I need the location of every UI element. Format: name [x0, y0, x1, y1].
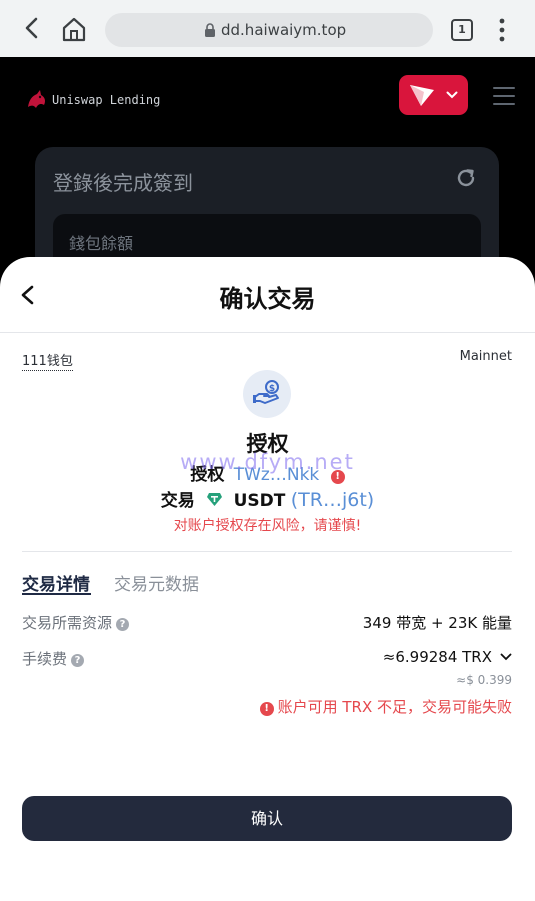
- sheet-title: 确认交易: [219, 285, 316, 313]
- risk-alert-icon: !: [330, 470, 345, 484]
- chevron-down-icon: [500, 653, 512, 661]
- resources-label-row: 交易所需资源?: [22, 612, 130, 633]
- home-icon[interactable]: [60, 14, 88, 44]
- trade-row: 交易 USDT (TR…j6t): [0, 486, 535, 511]
- fee-warning-row: ! 账户可用 TRX 不足，交易可能失败: [259, 696, 512, 717]
- back-arrow-icon[interactable]: [18, 14, 46, 42]
- authorize-label: 授权: [190, 465, 225, 485]
- fee-value: ≈6.99284 TRX: [382, 648, 492, 666]
- warning-icon: !: [259, 702, 274, 716]
- action-title: 授权: [246, 432, 289, 456]
- unicorn-logo-icon: [28, 90, 45, 108]
- fee-value-dropdown[interactable]: ≈6.99284 TRX: [383, 648, 512, 666]
- svg-text:$: $: [269, 384, 275, 394]
- resources-value: 349 带宽 + 23K 能量: [362, 614, 512, 632]
- tab-transaction-details[interactable]: 交易详情: [22, 570, 90, 595]
- trade-label: 交易: [160, 491, 195, 511]
- wallet-name[interactable]: 111钱包: [22, 350, 73, 371]
- section-divider: [22, 551, 512, 552]
- active-tab-indicator: [22, 593, 91, 595]
- tab-transaction-metadata[interactable]: 交易元数据: [114, 570, 199, 595]
- menu-icon[interactable]: [493, 87, 515, 105]
- authorize-address[interactable]: TWz…Nkk: [234, 465, 320, 485]
- approve-action-icon: $: [243, 370, 291, 418]
- confirm-button[interactable]: 确认: [22, 796, 512, 841]
- address-bar[interactable]: dd.haiwaiym.top: [105, 13, 433, 47]
- tab-switcher-button[interactable]: 1: [451, 19, 473, 41]
- resources-label: 交易所需资源: [22, 614, 113, 632]
- fee-label: 手续费: [22, 650, 68, 668]
- network-label: Mainnet: [459, 349, 512, 364]
- chevron-down-icon: [446, 91, 458, 99]
- help-icon[interactable]: ?: [71, 654, 85, 667]
- authorize-row: 授权 TWz…Nkk !: [0, 460, 535, 485]
- fee-label-row: 手续费?: [22, 648, 85, 669]
- help-icon[interactable]: ?: [116, 618, 130, 631]
- risk-warning: 对账户授权存在风险，请谨慎!: [173, 518, 362, 534]
- browser-toolbar: dd.haiwaiym.top 1: [0, 0, 535, 57]
- tether-icon: [207, 493, 223, 506]
- app-header: Uniswap Lending: [0, 57, 535, 137]
- trade-contract-address[interactable]: (TR…j6t): [291, 489, 374, 511]
- tron-logo-icon: [410, 85, 434, 106]
- lock-icon: [205, 23, 215, 37]
- sheet-divider: [0, 332, 535, 333]
- fee-warning-text: 账户可用 TRX 不足，交易可能失败: [277, 698, 512, 716]
- checkin-title: 登錄後完成簽到: [53, 171, 193, 195]
- fee-usd-value: ≈$ 0.399: [456, 673, 512, 687]
- app-logo-text: Uniswap Lending: [52, 93, 161, 107]
- network-selector-button[interactable]: [399, 75, 468, 115]
- wallet-balance-label: 錢包餘額: [69, 234, 134, 253]
- confirm-transaction-sheet: 确认交易 111钱包 Mainnet $ 授权 授权 TWz…Nkk ! www…: [0, 257, 535, 901]
- more-vert-icon[interactable]: [497, 16, 507, 44]
- trade-token: USDT: [233, 491, 286, 511]
- refresh-icon[interactable]: [455, 167, 477, 189]
- url-text: dd.haiwaiym.top: [221, 21, 347, 39]
